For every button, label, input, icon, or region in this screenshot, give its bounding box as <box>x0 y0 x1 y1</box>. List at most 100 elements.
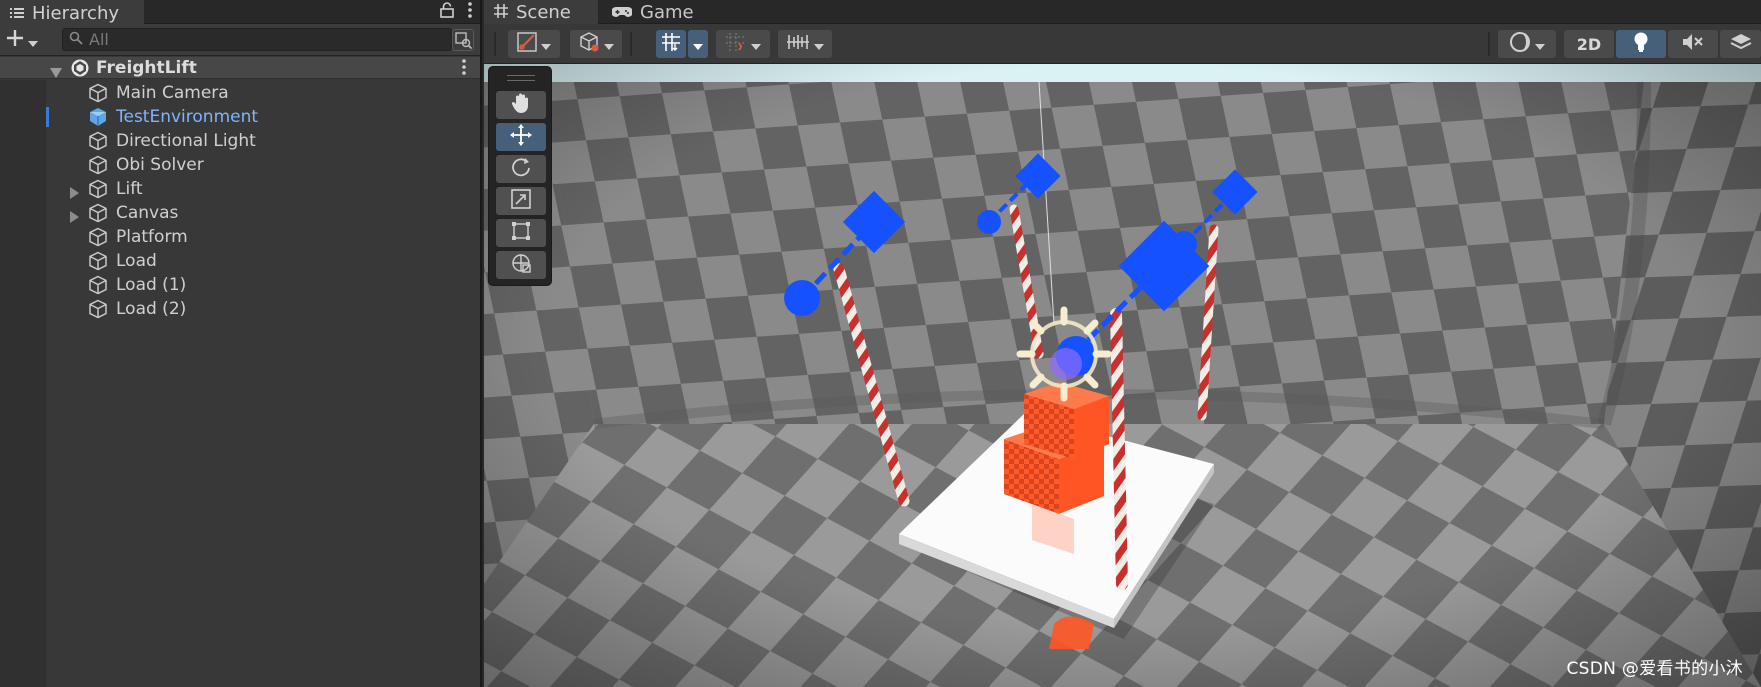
lighting-toggle-button[interactable] <box>1616 30 1666 58</box>
chevron-down-icon <box>604 35 614 54</box>
gameobject-cube-icon <box>88 275 108 299</box>
scene-panel: Scene Game 2D CSDN @爱看书的小沐 <box>484 0 1761 687</box>
scene-search-icon <box>453 32 473 54</box>
rect-tool-button[interactable] <box>496 219 546 247</box>
chevron-down-icon <box>814 35 824 54</box>
hierarchy-item-label: TestEnvironment <box>116 107 259 127</box>
rotate-icon <box>510 156 532 182</box>
grid-snap-icon <box>661 32 681 56</box>
shading-mode-dropdown[interactable] <box>1498 30 1556 58</box>
scene-tools-overlay <box>488 66 552 286</box>
gameobject-cube-icon <box>88 83 108 107</box>
increment-snap-dropdown[interactable] <box>716 30 770 58</box>
sphere-shading-icon <box>1509 31 1531 57</box>
hierarchy-item[interactable]: Platform <box>0 225 482 249</box>
gameobject-cube-icon <box>88 203 108 227</box>
gameobject-cube-icon <box>88 227 108 251</box>
cube-render-icon <box>578 31 600 57</box>
move-arrows-icon <box>509 123 533 151</box>
chevron-down-icon <box>693 35 703 54</box>
lock-icon[interactable] <box>440 2 454 22</box>
scene-toolbar: 2D <box>484 24 1761 64</box>
hierarchy-item-label: Load (1) <box>116 275 187 295</box>
prefab-cube-icon <box>88 107 108 131</box>
search-icon <box>69 30 83 49</box>
ruler-icon <box>786 32 810 56</box>
hierarchy-toolbar: All <box>0 24 480 56</box>
list-icon <box>10 3 24 24</box>
hierarchy-item[interactable]: Load (2) <box>0 297 482 321</box>
grid-visibility-dropdown[interactable] <box>778 30 832 58</box>
hierarchy-item[interactable]: Load <box>0 249 482 273</box>
search-placeholder: All <box>89 30 109 49</box>
transform-tool-button[interactable] <box>496 251 546 279</box>
tab-hierarchy[interactable]: Hierarchy <box>0 0 144 24</box>
2d-label: 2D <box>1576 34 1602 54</box>
gameobject-cube-icon <box>88 131 108 155</box>
overlay-grip[interactable] <box>507 75 535 81</box>
hierarchy-item-label: Main Camera <box>116 83 229 103</box>
toolbar-grip <box>494 32 496 56</box>
directional-light-gizmo <box>1016 306 1112 402</box>
effects-dropdown[interactable] <box>1720 30 1761 58</box>
chevron-down-icon <box>1535 35 1545 54</box>
scale-icon <box>510 188 532 214</box>
move-tool-button[interactable] <box>496 123 546 151</box>
grid-icon <box>494 2 508 23</box>
hierarchy-item-label: Lift <box>116 179 143 199</box>
scene-render <box>484 64 1761 687</box>
create-button[interactable] <box>6 28 38 50</box>
hierarchy-item[interactable]: Load (1) <box>0 273 482 297</box>
scene-menu-icon[interactable] <box>462 59 466 80</box>
hierarchy-item-label: Directional Light <box>116 131 256 151</box>
hierarchy-item-label: Load (2) <box>116 299 187 319</box>
hand-icon <box>510 92 532 118</box>
hierarchy-item-label: Canvas <box>116 203 179 223</box>
plus-icon <box>6 28 24 50</box>
tab-scene-label: Scene <box>516 1 571 23</box>
grid-snap-toggle[interactable] <box>656 30 686 58</box>
chevron-down-icon <box>28 28 38 50</box>
hierarchy-item-label: Load <box>116 251 157 271</box>
hierarchy-item[interactable]: Lift <box>0 177 482 201</box>
unity-scene-icon <box>70 58 90 82</box>
more-options-icon[interactable] <box>468 2 472 22</box>
scene-viewport[interactable]: CSDN @爱看书的小沐 <box>484 64 1761 687</box>
hierarchy-item[interactable]: TestEnvironment <box>0 105 482 129</box>
hierarchy-item-label: Platform <box>116 227 188 247</box>
tab-scene[interactable]: Scene <box>484 0 598 24</box>
mute-speaker-icon <box>1682 33 1704 55</box>
search-filter-button[interactable] <box>452 29 474 51</box>
audio-toggle-button[interactable] <box>1668 30 1718 58</box>
rect-transform-icon <box>510 220 532 246</box>
hierarchy-item[interactable]: Main Camera <box>0 81 482 105</box>
2d-toggle-button[interactable]: 2D <box>1564 30 1614 58</box>
render-mode-dropdown[interactable] <box>570 30 622 58</box>
tab-game[interactable]: Game <box>602 0 712 24</box>
gameobject-cube-icon <box>88 155 108 179</box>
toolbar-separator <box>1488 32 1490 56</box>
hierarchy-item[interactable]: Canvas <box>0 201 482 225</box>
csdn-watermark: CSDN @爱看书的小沐 <box>1566 659 1743 679</box>
gameobject-cube-icon <box>88 179 108 203</box>
chevron-down-icon <box>541 35 551 54</box>
toolbar-separator <box>630 32 632 56</box>
tab-hierarchy-label: Hierarchy <box>32 2 120 24</box>
gameobject-cube-icon <box>88 251 108 275</box>
scene-root-row[interactable]: FreightLift <box>0 57 480 79</box>
hierarchy-item[interactable]: Obi Solver <box>0 153 482 177</box>
hierarchy-tabbar: Hierarchy <box>0 0 480 24</box>
hierarchy-item[interactable]: Directional Light <box>0 129 482 153</box>
grid-snap-dropdown[interactable] <box>688 30 708 58</box>
rotate-tool-button[interactable] <box>496 155 546 183</box>
hand-tool-button[interactable] <box>496 91 546 119</box>
scene-tabbar: Scene Game <box>484 0 1761 24</box>
hierarchy-panel: Hierarchy All FreightLift Main Camera Te… <box>0 0 482 687</box>
draw-mode-dropdown[interactable] <box>508 30 560 58</box>
lightbulb-icon <box>1633 31 1649 57</box>
scale-tool-button[interactable] <box>496 187 546 215</box>
hierarchy-search-input[interactable]: All <box>62 28 452 51</box>
layers-icon <box>1730 32 1752 56</box>
expand-arrow-icon[interactable] <box>50 63 62 82</box>
tab-game-label: Game <box>640 1 694 23</box>
